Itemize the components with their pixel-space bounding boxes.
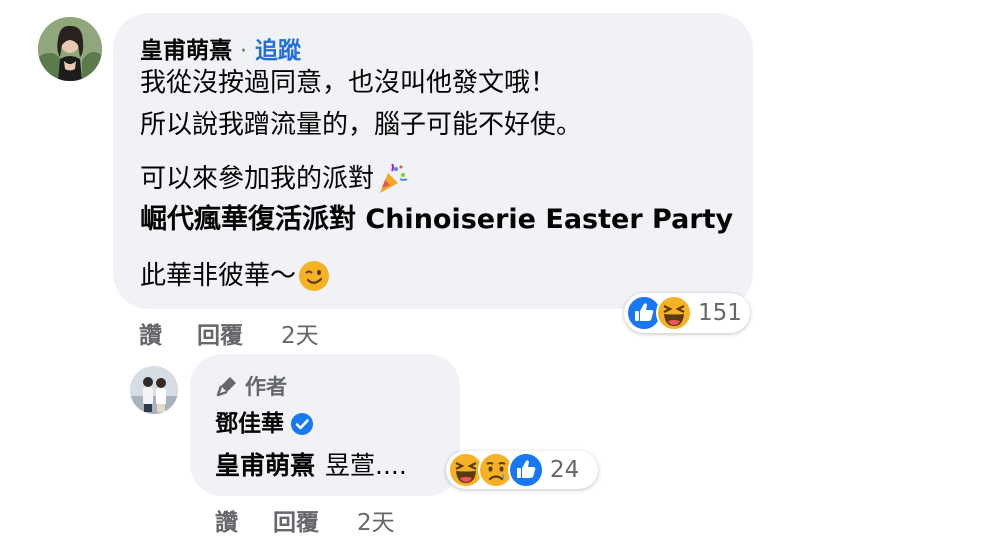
reply-mention[interactable]: 皇甫萌熹 [215, 446, 315, 482]
reply-reaction-count: 24 [550, 457, 580, 483]
party-popper-icon [376, 163, 408, 195]
author-badge: 作者 [215, 371, 287, 401]
event-name[interactable]: 崛代瘋華復活派對 Chinoiserie Easter Party [140, 201, 733, 239]
reply-avatar-image [130, 366, 178, 414]
comment-author-name[interactable]: 皇甫萌熹 [140, 36, 232, 66]
invite-row: 可以來參加我的派對 [140, 160, 408, 198]
comment-header: 皇甫萌熹 · 追蹤 [140, 31, 301, 66]
verified-badge-icon [290, 412, 314, 436]
invite-line: 可以來參加我的派對 [140, 164, 375, 194]
reply-timestamp[interactable]: 2天 [357, 503, 395, 537]
commenter-avatar-image [38, 17, 102, 81]
commenter-avatar[interactable] [38, 17, 102, 81]
closing-row: 此華非彼華～ [140, 257, 330, 295]
author-badge-label: 作者 [245, 375, 287, 399]
reply-body: 皇甫萌熹 昱萱.... [215, 446, 407, 482]
comment-reactions[interactable]: 151 [624, 293, 750, 333]
reply-action[interactable]: 回覆 [197, 316, 281, 350]
comment-timestamp[interactable]: 2天 [281, 316, 319, 350]
reply-reply-action[interactable]: 回覆 [273, 503, 357, 537]
comment-line-1: 我從沒按過同意，也沒叫他發文哦！ [140, 68, 557, 98]
reaction-count: 151 [698, 300, 742, 326]
comment-actions: 讚 回覆 2天 [139, 316, 319, 350]
reply-header: 鄧佳華 [215, 409, 314, 439]
wink-emoji-icon [298, 260, 330, 292]
reply-text: 昱萱.... [325, 451, 407, 480]
follow-link[interactable]: 追蹤 [255, 31, 301, 65]
like-action[interactable]: 讚 [139, 316, 197, 350]
closing-line: 此華非彼華～ [140, 261, 297, 291]
microphone-icon [215, 374, 239, 398]
reply-reactions[interactable]: 24 [446, 451, 598, 489]
reply-like-action[interactable]: 讚 [215, 503, 273, 537]
reply-author-name[interactable]: 鄧佳華 [215, 409, 284, 439]
comment-line-2: 所以說我蹭流量的，腦子可能不好使。 [140, 110, 583, 140]
haha-reaction-icon [656, 295, 692, 331]
like-reaction-icon [508, 452, 544, 488]
header-separator: · [240, 39, 247, 64]
reply-actions: 讚 回覆 2天 [215, 503, 395, 537]
reply-author-avatar[interactable] [130, 366, 178, 414]
